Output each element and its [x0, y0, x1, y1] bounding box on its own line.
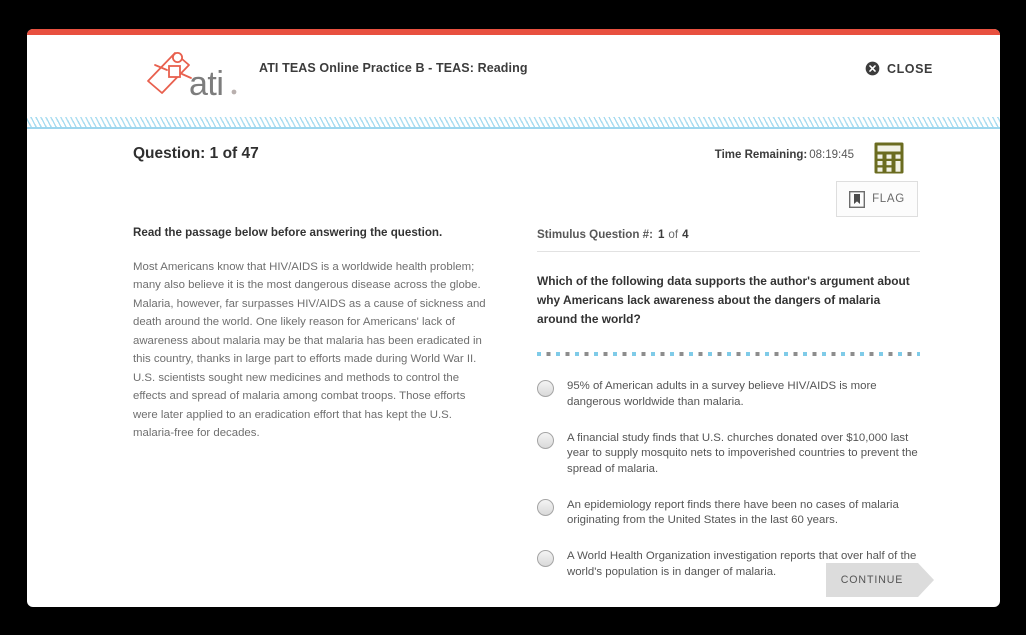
calculator-icon [874, 142, 904, 174]
close-circle-icon [865, 61, 880, 76]
hatch-stripes [27, 117, 1000, 127]
question-counter: Question: 1 of 47 [133, 145, 259, 162]
question-stem: Which of the following data supports the… [537, 274, 910, 326]
radio-button-c[interactable] [537, 498, 554, 516]
answer-option-c[interactable]: An epidemiology report finds there have … [537, 498, 920, 529]
stimulus-question-header: Stimulus Question #: 1 of 4 [537, 225, 920, 252]
continue-arrow-icon [918, 563, 934, 597]
continue-button-label: CONTINUE [840, 574, 904, 586]
continue-button[interactable]: CONTINUE [826, 563, 934, 597]
ati-logo: ati [145, 47, 241, 103]
passage-body: Most Americans know that HIV/AIDS is a w… [133, 260, 486, 440]
answer-option-c-label: An epidemiology report finds there have … [567, 498, 899, 527]
hatched-divider [27, 117, 1000, 129]
page-title: ATI TEAS Online Practice B - TEAS: Readi… [259, 61, 528, 75]
answer-option-b[interactable]: A financial study finds that U.S. church… [537, 431, 920, 477]
stimulus-label: Stimulus Question #: [537, 228, 653, 241]
question-status-row: Question: 1 of 47 Time Remaining: 08:19:4… [27, 129, 1000, 177]
radio-button-a[interactable] [537, 380, 554, 398]
flag-button[interactable]: FLAG [836, 181, 918, 217]
stimulus-of: of [668, 228, 679, 241]
close-button[interactable]: CLOSE [865, 61, 933, 76]
close-button-label: CLOSE [886, 61, 933, 76]
stimulus-total: 4 [682, 228, 689, 241]
answer-option-a[interactable]: 95% of American adults in a survey belie… [537, 379, 920, 410]
question-pane: Stimulus Question #: 1 of 4 Which of the fo… [537, 225, 920, 601]
time-remaining: Time Remaining: 08:19:45 [715, 149, 854, 161]
time-remaining-value: 08:19:45 [809, 149, 854, 161]
passage-pane: Read the passage below before answering … [133, 225, 493, 442]
exam-window: ati ATI TEAS Online Practice B - TEAS: R… [27, 29, 1000, 607]
calculator-button[interactable] [874, 142, 904, 174]
answer-option-b-label: A financial study finds that U.S. church… [567, 431, 918, 475]
bookmark-flag-icon [849, 190, 866, 208]
radio-button-d[interactable] [537, 550, 554, 568]
answer-options-list: 95% of American adults in a survey belie… [537, 379, 920, 580]
stimulus-index: 1 [657, 228, 665, 241]
content-columns: Read the passage below before answering … [27, 225, 1000, 607]
time-remaining-label: Time Remaining: [714, 149, 808, 161]
app-header: ati ATI TEAS Online Practice B - TEAS: R… [27, 35, 1000, 117]
answer-option-a-label: 95% of American adults in a survey belie… [567, 380, 877, 408]
radio-button-b[interactable] [537, 431, 554, 449]
svg-text:ati: ati [189, 65, 223, 103]
dotted-separator [537, 352, 920, 358]
passage-instruction: Read the passage below before answering … [133, 226, 443, 239]
flag-button-label: FLAG [872, 193, 905, 205]
